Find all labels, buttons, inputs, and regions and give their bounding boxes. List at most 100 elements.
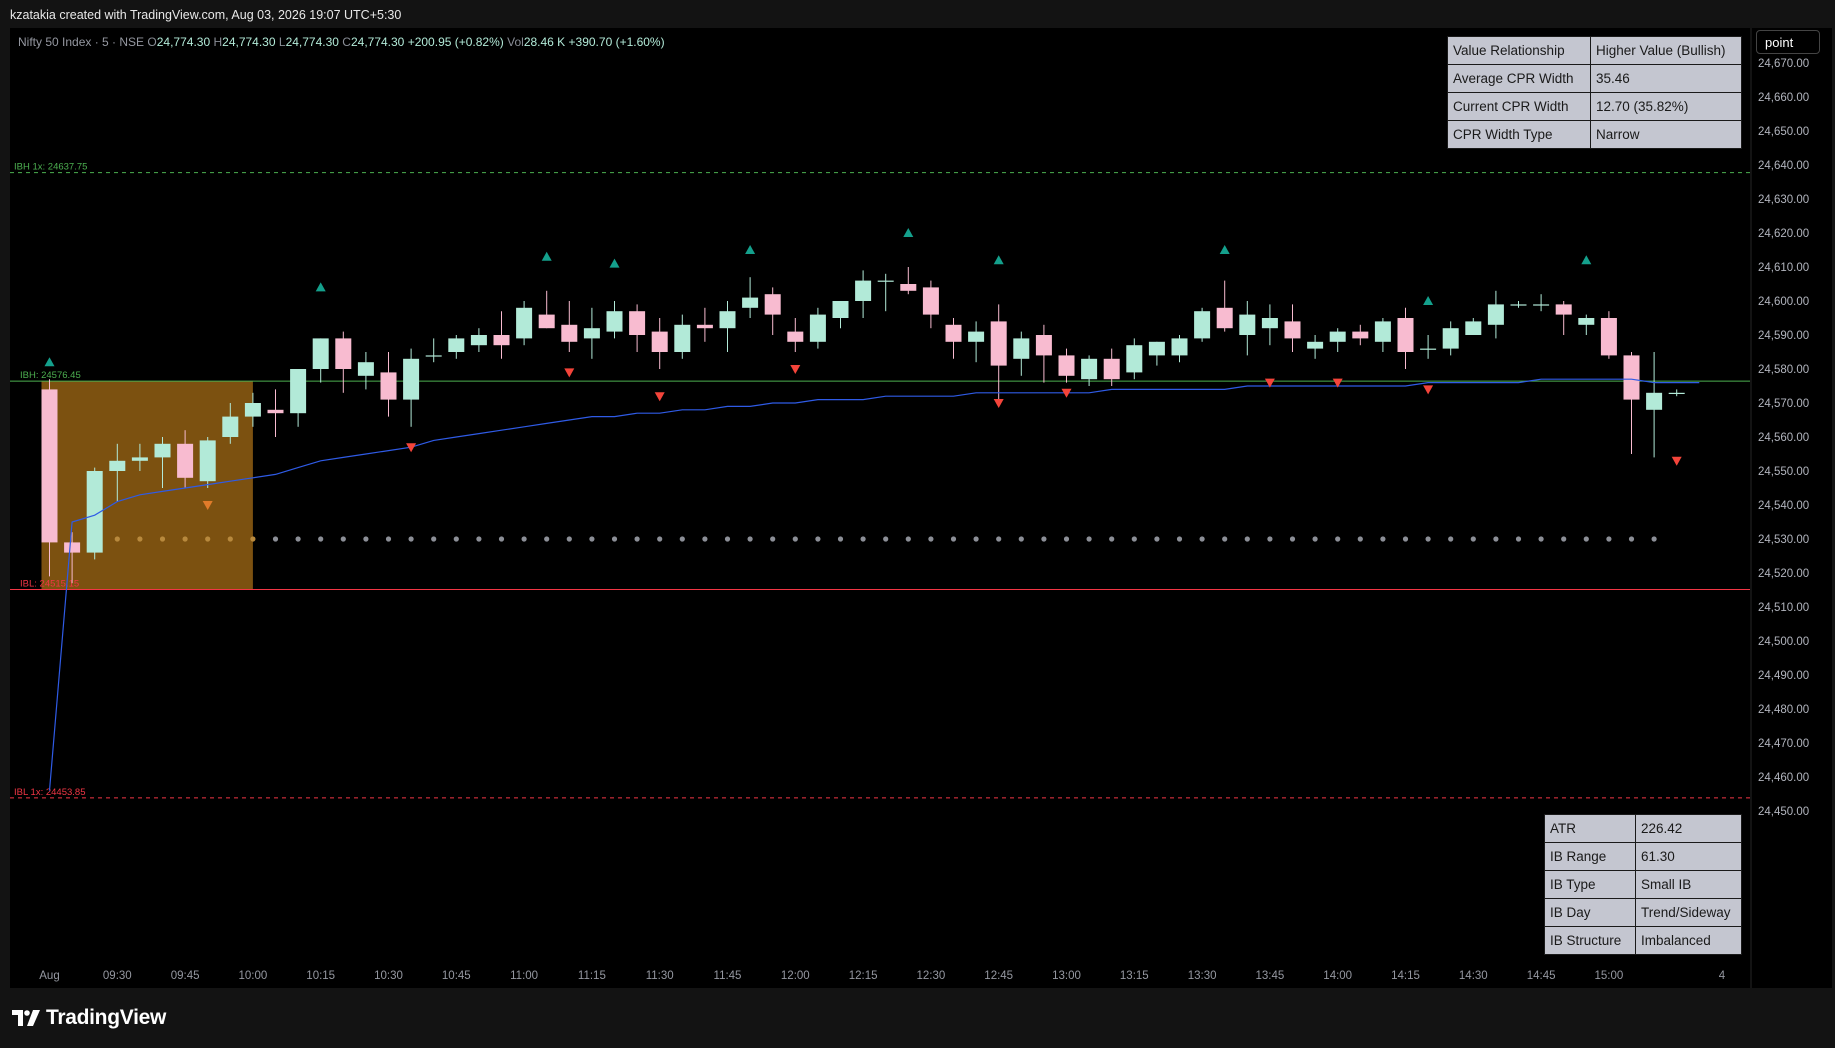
candle-body — [425, 355, 442, 357]
candle-body — [1442, 328, 1459, 349]
candle-body — [380, 372, 397, 400]
price-axis-svg[interactable]: 24,450.00 24,460.00 24,470.00 24,480.00 24,4… — [1752, 28, 1832, 988]
table-row: ATR 226.42 — [1544, 814, 1742, 843]
y-tick-label: 24,520.00 — [1758, 568, 1809, 580]
tradingview-logo-text: TradingView — [46, 1006, 167, 1029]
candle-body — [41, 389, 58, 543]
price-chart-svg[interactable]: IBH 1x: 24637.75 IBH: 24576.45 IBL: 24515.… — [10, 28, 1750, 988]
table-row: Average CPR Width 35.46 — [1447, 64, 1742, 93]
y-tick-label: 24,510.00 — [1758, 602, 1809, 614]
candle-body — [244, 403, 261, 417]
candle-body — [561, 324, 578, 342]
x-tick-label: 12:30 — [917, 970, 946, 982]
candle-body — [493, 335, 510, 346]
candle-body — [109, 460, 126, 471]
table-key: CPR Width Type — [1447, 120, 1591, 149]
chart-pane[interactable]: IBH 1x: 24637.75 IBH: 24576.45 IBL: 24515.… — [10, 28, 1750, 988]
table-key: ATR — [1544, 814, 1636, 843]
cpr-dot — [318, 536, 324, 542]
candle-body — [1578, 318, 1595, 325]
candle-body — [1148, 341, 1165, 356]
candle-body — [335, 338, 352, 369]
candle-body — [131, 457, 148, 461]
sell-signal-triangle — [654, 392, 665, 402]
table-value: Higher Value (Bullish) — [1590, 36, 1742, 65]
cpr-dot — [431, 536, 437, 542]
cpr-dot — [1493, 536, 1499, 542]
unit-selector-button[interactable]: point — [1756, 30, 1820, 54]
table-value: 35.46 — [1590, 64, 1742, 93]
candle-body — [1058, 355, 1075, 376]
cpr-dot — [657, 536, 663, 542]
cpr-dot — [137, 536, 143, 542]
y-tick-label: 24,560.00 — [1758, 432, 1809, 444]
cpr-dot — [1131, 536, 1137, 542]
candle-body — [990, 321, 1007, 366]
table-row: Current CPR Width 12.70 (35.82%) — [1447, 92, 1742, 121]
buy-signal-triangle — [541, 251, 552, 261]
cpr-dot — [634, 536, 640, 542]
candle-body — [1103, 358, 1120, 380]
candle-body — [177, 443, 194, 478]
x-tick-label: Aug — [39, 970, 59, 982]
legend-volume: 28.46 K — [523, 35, 566, 49]
y-tick-label: 24,670.00 — [1758, 58, 1809, 70]
candle-body — [945, 324, 962, 342]
table-row: IB Day Trend/Sideway — [1544, 898, 1742, 927]
sell-signal-triangle — [790, 365, 801, 374]
candle-body — [403, 358, 420, 400]
candle-body — [900, 284, 917, 291]
cpr-dot — [363, 536, 369, 542]
tradingview-logo[interactable]: TradingView — [12, 1006, 166, 1030]
cpr-dot — [1628, 536, 1635, 542]
candle-body — [1081, 358, 1098, 380]
candle-body — [968, 331, 985, 342]
candle-body — [1126, 345, 1143, 373]
y-tick-label: 24,460.00 — [1758, 772, 1809, 784]
cpr-dot — [679, 536, 685, 542]
x-tick-label: 11:45 — [714, 970, 742, 982]
x-tick-label: 13:00 — [1052, 970, 1081, 982]
cpr-dot — [1515, 536, 1522, 542]
candle-body — [719, 311, 736, 329]
legend-symbol: Nifty 50 Index · 5 · NSE — [18, 35, 145, 49]
table-value: Narrow — [1590, 120, 1742, 149]
candle-body — [922, 287, 939, 315]
candle-body — [1668, 392, 1685, 394]
y-tick-label: 24,490.00 — [1758, 670, 1809, 682]
legend-open-label: O — [147, 35, 157, 49]
cpr-info-table: Value Relationship Higher Value (Bullish)… — [1447, 36, 1742, 149]
cpr-dot — [1267, 536, 1273, 542]
price-axis[interactable]: 24,450.00 24,460.00 24,470.00 24,480.00 24,4… — [1752, 28, 1832, 988]
cpr-dot — [1222, 536, 1228, 542]
buy-signal-triangle — [1423, 296, 1434, 305]
cpr-dot — [205, 536, 211, 542]
table-row: IB Type Small IB — [1544, 870, 1742, 899]
table-row: CPR Width Type Narrow — [1447, 120, 1742, 149]
ibh-1x-label: IBH 1x: 24637.75 — [14, 162, 87, 173]
footer-bar — [0, 990, 1835, 1048]
table-key: Value Relationship — [1447, 36, 1591, 65]
cpr-dot — [611, 536, 618, 542]
cpr-dot — [114, 536, 120, 542]
cpr-dot — [498, 536, 505, 542]
candle-body — [1194, 311, 1211, 339]
table-key: Current CPR Width — [1447, 92, 1591, 121]
legend-open: 24,774.30 — [156, 35, 211, 49]
candle-body — [1465, 321, 1482, 335]
x-tick-label: 13:15 — [1120, 970, 1149, 982]
cpr-dot — [1063, 536, 1070, 542]
cpr-dot — [340, 536, 346, 542]
candle-body — [1261, 318, 1278, 329]
x-tick-label: 10:45 — [442, 970, 471, 982]
y-tick-label: 24,570.00 — [1758, 398, 1809, 410]
candle-body — [470, 335, 487, 346]
candle-body — [696, 324, 713, 329]
cpr-dot — [1357, 536, 1363, 542]
sell-signal-triangle — [993, 399, 1004, 408]
candle-body — [1307, 341, 1324, 349]
x-tick-label: 14:15 — [1391, 970, 1420, 982]
cpr-dot — [1018, 536, 1024, 542]
attribution-text: kzatakia created with TradingView.com, A… — [10, 8, 402, 22]
candle-body — [1555, 304, 1572, 315]
